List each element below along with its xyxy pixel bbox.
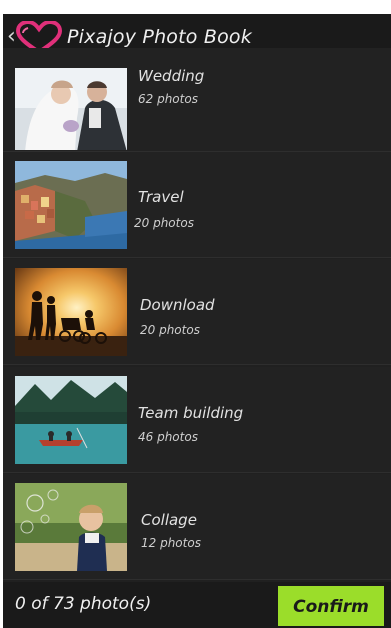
album-thumbnail[interactable] [15, 268, 127, 356]
album-name: Download [140, 296, 215, 314]
confirm-button[interactable]: Confirm [278, 586, 384, 626]
app-title: Pixajoy Photo Book [67, 26, 252, 48]
wedding-photo [15, 68, 127, 150]
app-screen: ‹ Pixajoy Photo Book Wedding 62 photos T… [3, 14, 391, 628]
child-bubbles-photo [15, 483, 127, 571]
album-name: Team building [138, 404, 244, 422]
album-thumbnail[interactable] [15, 66, 127, 150]
album-row-team-building[interactable]: Team building 46 photos [3, 367, 391, 473]
album-photo-count: 62 photos [138, 92, 198, 106]
selection-bar: 0 of 73 photo(s) Confirm [3, 582, 391, 628]
album-photo-count: 20 photos [134, 216, 194, 230]
album-name: Collage [141, 511, 197, 529]
album-name: Wedding [138, 67, 205, 85]
album-thumbnail[interactable] [15, 161, 127, 249]
lake-canoe-photo [15, 376, 127, 464]
album-thumbnail[interactable] [15, 483, 127, 571]
album-photo-count: 12 photos [141, 536, 201, 550]
album-photo-count: 20 photos [140, 323, 200, 337]
album-photo-count: 46 photos [138, 430, 198, 444]
album-name: Travel [138, 188, 184, 206]
album-row-download[interactable]: Download 20 photos [3, 259, 391, 365]
travel-photo [15, 161, 127, 249]
album-row-travel[interactable]: Travel 20 photos [3, 152, 391, 258]
album-row-collage[interactable]: Collage 12 photos [3, 474, 391, 580]
album-thumbnail[interactable] [15, 376, 127, 464]
selection-count: 0 of 73 photo(s) [15, 594, 152, 614]
album-list[interactable]: Wedding 62 photos Travel 20 photos Downl… [3, 48, 391, 582]
album-row-wedding[interactable]: Wedding 62 photos [3, 48, 391, 152]
sunset-family-photo [15, 268, 127, 356]
